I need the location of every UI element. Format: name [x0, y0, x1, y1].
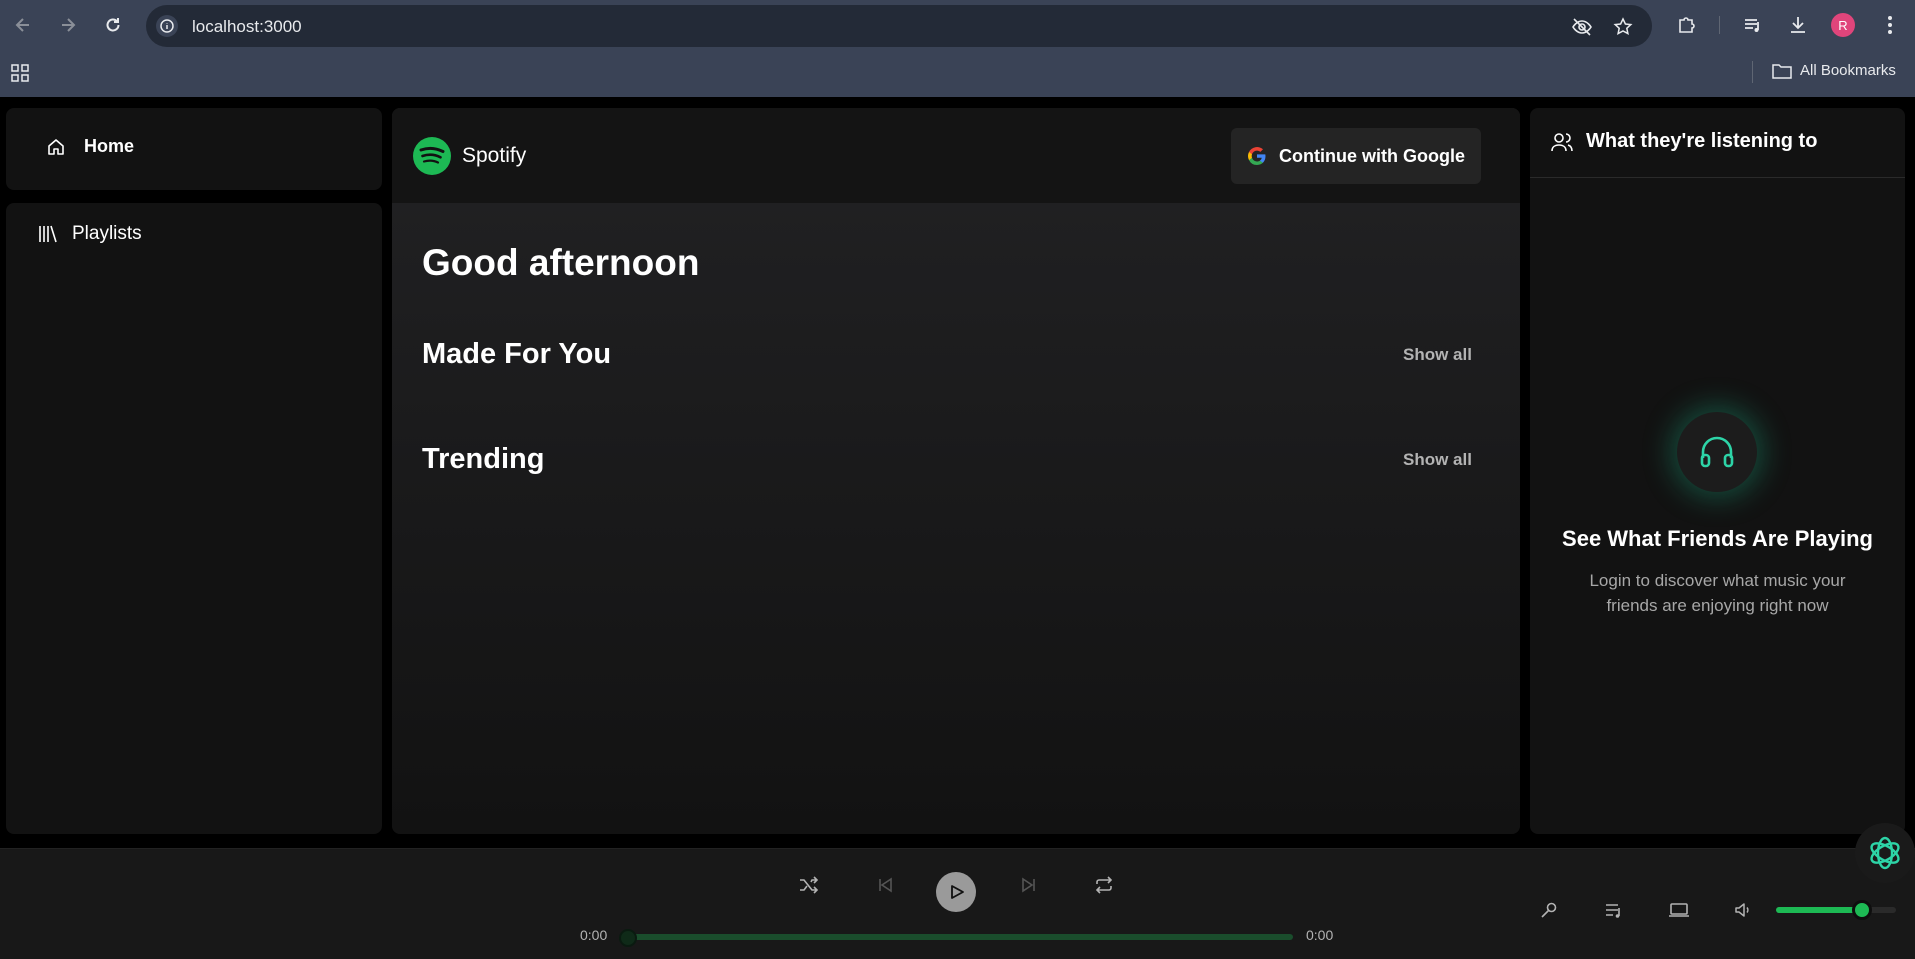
repeat-icon[interactable] — [1090, 871, 1118, 899]
show-all-trending-link[interactable]: Show all — [1403, 450, 1472, 470]
users-icon — [1551, 132, 1573, 151]
section-title-made-for-you: Made For You — [422, 338, 612, 370]
progress-handle[interactable] — [619, 929, 637, 947]
main-content: Spotify Continue with Google Good aftern… — [392, 108, 1520, 834]
friends-empty-description: Login to discover what music your friend… — [1589, 571, 1846, 615]
shuffle-icon[interactable] — [795, 871, 823, 899]
play-icon — [951, 885, 964, 899]
show-all-made-for-you-link[interactable]: Show all — [1403, 345, 1472, 365]
friends-activity-panel: What they're listening to See What Frien… — [1530, 108, 1905, 834]
progress-bar[interactable] — [628, 934, 1293, 940]
previous-track-icon[interactable] — [871, 871, 899, 899]
home-icon — [48, 138, 64, 155]
google-button-label: Continue with Google — [1279, 145, 1465, 166]
reload-icon[interactable] — [100, 12, 126, 38]
extensions-icon[interactable] — [1675, 13, 1699, 37]
headphones-badge — [1677, 412, 1757, 492]
microphone-icon[interactable] — [1538, 899, 1560, 921]
url-text[interactable]: localhost:3000 — [192, 17, 302, 37]
play-button[interactable] — [936, 872, 976, 912]
volume-slider[interactable] — [1776, 907, 1896, 913]
volume-handle[interactable] — [1852, 900, 1873, 920]
eye-off-icon[interactable] — [1571, 16, 1593, 38]
queue-icon[interactable] — [1603, 899, 1625, 921]
profile-avatar[interactable]: R — [1831, 13, 1855, 37]
assistant-fab[interactable] — [1855, 823, 1915, 883]
greeting-title: Good afternoon — [422, 242, 700, 283]
home-panel: Home — [6, 108, 382, 190]
app-root: Home Playlists Spotify Continue with Goo… — [0, 97, 1915, 959]
download-icon[interactable] — [1786, 13, 1810, 37]
folder-icon — [1772, 63, 1792, 79]
spotify-logo[interactable]: Spotify — [412, 136, 526, 176]
library-panel: Playlists — [6, 203, 382, 834]
continue-with-google-button[interactable]: Continue with Google — [1231, 128, 1481, 184]
library-icon — [39, 225, 57, 243]
apps-grid-icon[interactable] — [10, 63, 30, 83]
next-track-icon[interactable] — [1015, 871, 1043, 899]
forward-icon[interactable] — [55, 12, 81, 38]
volume-icon[interactable] — [1732, 899, 1754, 921]
friends-header: What they're listening to — [1530, 108, 1905, 178]
media-queue-icon[interactable] — [1741, 13, 1765, 37]
section-title-trending: Trending — [422, 443, 545, 475]
back-icon[interactable] — [10, 12, 36, 38]
all-bookmarks-label: All Bookmarks — [1800, 62, 1896, 79]
browser-toolbar: localhost:3000 R — [0, 0, 1915, 50]
friends-title: What they're listening to — [1550, 130, 1817, 153]
friends-empty-heading: See What Friends Are Playing — [1562, 526, 1873, 551]
sidebar-item-playlists[interactable]: Playlists — [38, 223, 142, 245]
devices-icon[interactable] — [1668, 899, 1690, 921]
volume-level — [1776, 907, 1863, 913]
brand-name: Spotify — [462, 144, 527, 167]
address-bar[interactable]: localhost:3000 — [146, 5, 1652, 47]
friends-title-text: What they're listening to — [1586, 130, 1818, 152]
sidebar-item-label: Home — [84, 136, 135, 156]
current-time: 0:00 — [580, 927, 608, 943]
more-menu-icon[interactable] — [1878, 13, 1902, 37]
headphones-icon — [1700, 436, 1734, 468]
sidebar-item-home[interactable]: Home — [46, 136, 134, 157]
bookmarks-divider — [1752, 61, 1753, 83]
main-header: Spotify Continue with Google — [392, 108, 1520, 203]
all-bookmarks-button[interactable]: All Bookmarks — [1772, 62, 1896, 79]
site-info-icon[interactable] — [156, 15, 178, 37]
sidebar-item-label: Playlists — [72, 223, 142, 244]
duration-time: 0:00 — [1306, 927, 1334, 943]
toolbar-divider — [1719, 16, 1720, 34]
star-icon[interactable] — [1612, 16, 1634, 38]
spotify-icon — [413, 137, 451, 175]
openai-icon — [1870, 836, 1900, 870]
bookmarks-bar: All Bookmarks — [0, 50, 1915, 97]
player-bar: 0:00 0:00 — [0, 848, 1915, 959]
google-icon — [1248, 147, 1266, 165]
